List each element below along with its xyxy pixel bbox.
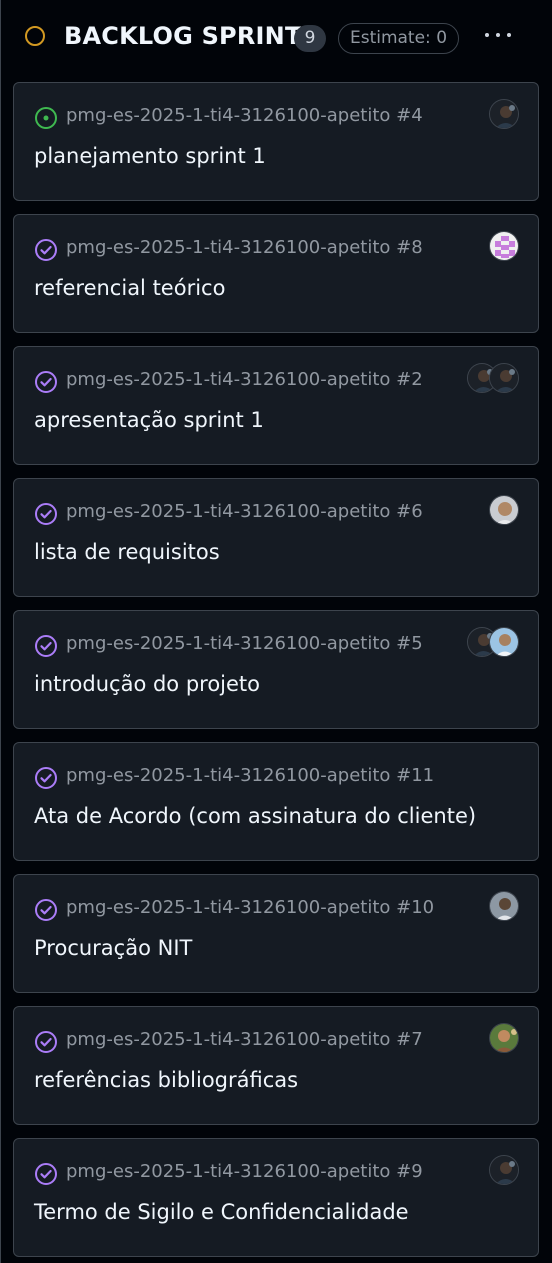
assignee-avatars (489, 99, 519, 131)
avatar[interactable] (489, 363, 519, 393)
issue-card[interactable]: pmg-es-2025-1-ti4-3126100-apetito #9 Term… (13, 1138, 539, 1257)
issue-closed-icon (34, 1030, 58, 1054)
column-menu-button[interactable] (478, 20, 518, 50)
avatar[interactable] (489, 627, 519, 657)
column-title: BACKLOG SPRINT (64, 22, 302, 50)
issue-card[interactable]: pmg-es-2025-1-ti4-3126100-apetito #2 apre… (13, 346, 539, 465)
issue-title-link[interactable]: referencial teórico (34, 276, 225, 300)
assignee-avatars (467, 627, 519, 659)
issue-open-icon (34, 106, 58, 130)
avatar[interactable] (489, 1023, 519, 1053)
assignee-avatars (467, 363, 519, 395)
kebab-icon-dot (496, 33, 500, 37)
issue-card[interactable]: pmg-es-2025-1-ti4-3126100-apetito #10 Pro… (13, 874, 539, 993)
assignee-avatars (489, 231, 519, 263)
issue-title-link[interactable]: planejamento sprint 1 (34, 144, 266, 168)
issue-closed-icon (34, 502, 58, 526)
avatar[interactable] (489, 1155, 519, 1185)
issue-closed-icon (34, 1162, 58, 1186)
issue-title-link[interactable]: Procuração NIT (34, 936, 192, 960)
issue-reference: pmg-es-2025-1-ti4-3126100-apetito #11 (66, 765, 435, 786)
issue-card[interactable]: pmg-es-2025-1-ti4-3126100-apetito #7 refe… (13, 1006, 539, 1125)
issue-reference: pmg-es-2025-1-ti4-3126100-apetito #4 (66, 105, 423, 126)
assignee-avatars (489, 1155, 519, 1187)
avatar[interactable] (489, 495, 519, 525)
item-count-badge: 9 (294, 25, 326, 52)
issue-closed-icon (34, 370, 58, 394)
issue-reference: pmg-es-2025-1-ti4-3126100-apetito #9 (66, 1161, 423, 1182)
issue-reference: pmg-es-2025-1-ti4-3126100-apetito #6 (66, 501, 423, 522)
issue-closed-icon (34, 238, 58, 262)
issue-title-link[interactable]: Ata de Acordo (com assinatura do cliente… (34, 804, 476, 828)
estimate-badge: Estimate: 0 (338, 23, 459, 54)
issue-title-link[interactable]: Termo de Sigilo e Confidencialidade (34, 1200, 409, 1224)
issue-card[interactable]: pmg-es-2025-1-ti4-3126100-apetito #5 intr… (13, 610, 539, 729)
issue-title-link[interactable]: lista de requisitos (34, 540, 220, 564)
avatar[interactable] (489, 891, 519, 921)
kebab-icon (485, 33, 489, 37)
board-column: BACKLOG SPRINT 9 Estimate: 0 pmg-es-2025… (0, 0, 552, 1263)
issue-closed-icon (34, 634, 58, 658)
issue-title-link[interactable]: apresentação sprint 1 (34, 408, 264, 432)
issue-card[interactable]: pmg-es-2025-1-ti4-3126100-apetito #4 plan… (13, 82, 539, 201)
issue-closed-icon (34, 898, 58, 922)
assignee-avatars (489, 1023, 519, 1055)
issue-closed-icon (34, 766, 58, 790)
assignee-avatars (489, 891, 519, 923)
issue-reference: pmg-es-2025-1-ti4-3126100-apetito #8 (66, 237, 423, 258)
issue-reference: pmg-es-2025-1-ti4-3126100-apetito #7 (66, 1029, 423, 1050)
issue-card[interactable]: pmg-es-2025-1-ti4-3126100-apetito #6 list… (13, 478, 539, 597)
issue-card[interactable]: pmg-es-2025-1-ti4-3126100-apetito #11 Ata… (13, 742, 539, 861)
status-circle-icon (25, 26, 45, 46)
issue-reference: pmg-es-2025-1-ti4-3126100-apetito #2 (66, 369, 423, 390)
issue-card[interactable]: pmg-es-2025-1-ti4-3126100-apetito #8 refe… (13, 214, 539, 333)
issue-title-link[interactable]: referências bibliográficas (34, 1068, 298, 1092)
issue-reference: pmg-es-2025-1-ti4-3126100-apetito #10 (66, 897, 435, 918)
issue-reference: pmg-es-2025-1-ti4-3126100-apetito #5 (66, 633, 423, 654)
avatar[interactable] (489, 99, 519, 129)
column-divider (0, 0, 1, 1263)
issue-title-link[interactable]: introdução do projeto (34, 672, 260, 696)
kebab-icon-dot (507, 33, 511, 37)
column-header: BACKLOG SPRINT 9 Estimate: 0 (0, 0, 552, 78)
assignee-avatars (489, 495, 519, 527)
avatar[interactable] (489, 231, 519, 261)
